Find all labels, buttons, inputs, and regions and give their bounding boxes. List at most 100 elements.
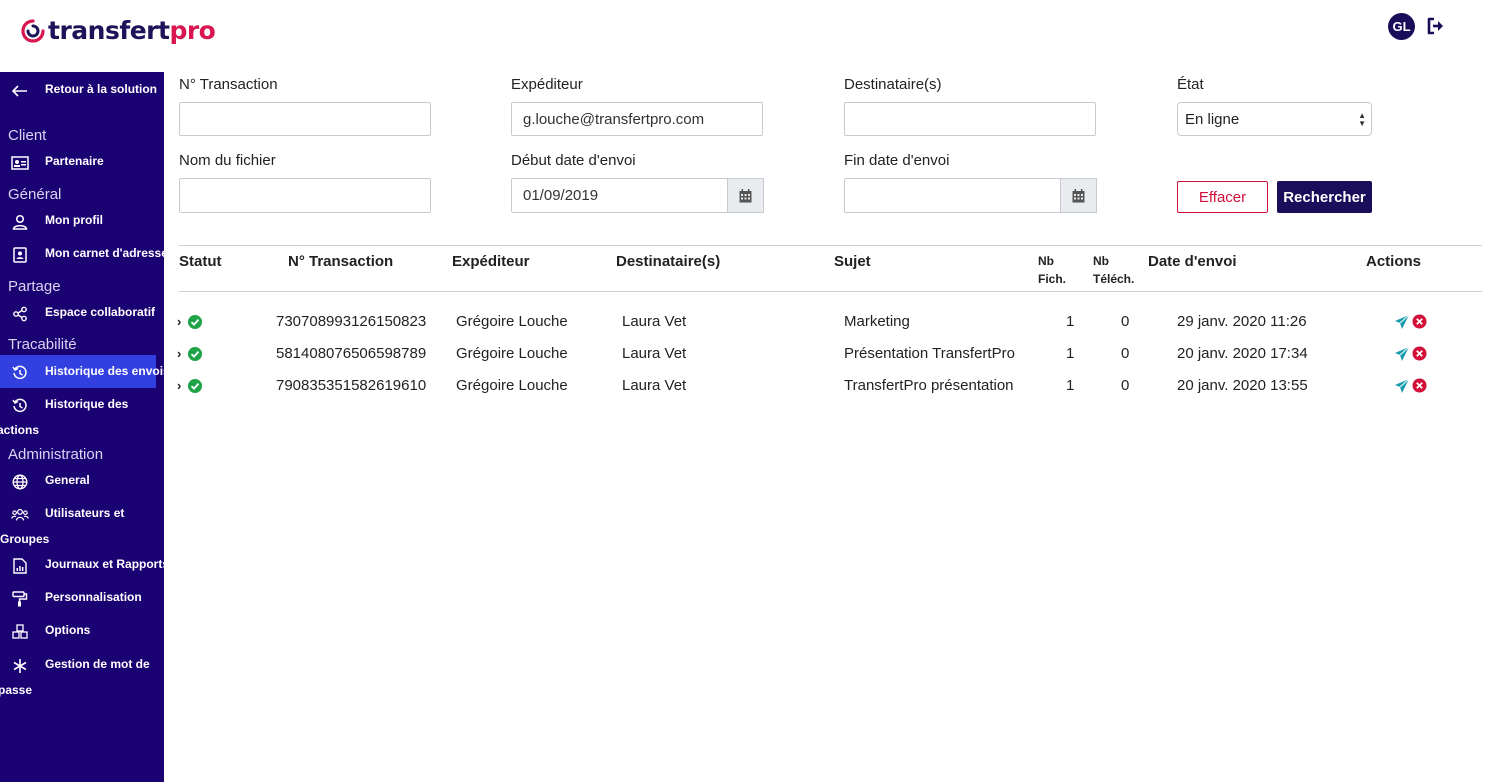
- status-ok-icon: [188, 347, 202, 361]
- calendar-icon[interactable]: [727, 178, 764, 213]
- paint-roller-icon: [11, 590, 29, 608]
- delete-icon[interactable]: [1412, 346, 1428, 362]
- logo-mark-icon: [20, 18, 46, 44]
- sidebar-section-client: Client: [8, 127, 47, 144]
- sidebar-item-label: Groupes: [0, 532, 50, 546]
- id-card-icon: [11, 154, 29, 172]
- sidebar-item-label: Gestion de mot de: [45, 657, 150, 671]
- sidebar-item-label: actions: [0, 423, 40, 437]
- table-header-divider: [179, 291, 1482, 292]
- expand-chevron-icon[interactable]: ›: [177, 346, 181, 361]
- address-book-icon: [11, 246, 29, 264]
- transaction-input[interactable]: [179, 102, 431, 136]
- sidebar-section-administration: Administration: [8, 446, 104, 463]
- history-icon: [11, 397, 29, 415]
- cell-nb-telech: 0: [1121, 377, 1130, 394]
- cell-destinataires: Laura Vet: [622, 313, 687, 330]
- sidebar-item-label: Retour à la solution: [45, 82, 158, 96]
- cell-expediteur: Grégoire Louche: [456, 377, 568, 394]
- sidebar: Retour à la solution Client Partenaire G…: [0, 72, 164, 782]
- sidebar-section-partage: Partage: [8, 278, 61, 295]
- col-header-expediteur[interactable]: Expéditeur: [452, 253, 530, 270]
- cell-expediteur: Grégoire Louche: [456, 345, 568, 362]
- asterisk-icon: [11, 657, 29, 675]
- etat-label: État: [1177, 76, 1204, 93]
- sidebar-item-label: Personnalisation: [45, 590, 142, 604]
- cell-transaction: 581408076506598789: [276, 345, 427, 362]
- cell-nb-telech: 0: [1121, 313, 1130, 330]
- calendar-icon[interactable]: [1060, 178, 1097, 213]
- cell-transaction: 730708993126150823: [276, 313, 427, 330]
- sidebar-item-label: General: [45, 473, 90, 487]
- debut-date-label: Début date d'envoi: [511, 152, 636, 169]
- transaction-label: N° Transaction: [179, 76, 278, 93]
- sign-out-icon[interactable]: [1425, 15, 1447, 37]
- cell-expediteur: Grégoire Louche: [456, 313, 568, 330]
- col-header-destinataires[interactable]: Destinataire(s): [616, 253, 720, 270]
- search-button[interactable]: Rechercher: [1277, 181, 1372, 213]
- expediteur-input[interactable]: g.louche@transfertpro.com: [511, 102, 763, 136]
- fichier-input[interactable]: [179, 178, 431, 213]
- history-icon: [11, 364, 29, 382]
- user-icon: [11, 213, 29, 231]
- fichier-label: Nom du fichier: [179, 152, 276, 169]
- col-header-date[interactable]: Date d'envoi: [1148, 253, 1237, 270]
- fin-date-input[interactable]: [844, 178, 1061, 213]
- select-arrows-icon: ▲ ▼: [1358, 111, 1366, 128]
- col-header-nb-telech-line1: Nb: [1093, 254, 1109, 268]
- top-bar: transfertpro GL: [0, 0, 1492, 72]
- user-avatar[interactable]: GL: [1388, 13, 1415, 40]
- report-icon: [11, 557, 29, 575]
- destinataires-label: Destinataire(s): [844, 76, 942, 93]
- sidebar-item-label: Espace collaboratif: [45, 305, 156, 319]
- transfertpro-logo[interactable]: transfertpro: [20, 16, 216, 45]
- status-ok-icon: [188, 315, 202, 329]
- cell-transaction: 790835351582619610: [276, 377, 427, 394]
- col-header-nb-fich-line2: Fich.: [1038, 272, 1067, 286]
- arrow-left-icon: [11, 82, 29, 100]
- send-icon[interactable]: [1394, 378, 1410, 394]
- col-header-sujet[interactable]: Sujet: [834, 253, 871, 270]
- cell-nb-fich: 1: [1066, 313, 1075, 330]
- cell-sujet: Présentation TransfertPro: [844, 345, 1015, 362]
- col-header-nb-fich-line1: Nb: [1038, 254, 1054, 268]
- cell-destinataires: Laura Vet: [622, 345, 687, 362]
- expand-chevron-icon[interactable]: ›: [177, 378, 181, 393]
- col-header-transaction[interactable]: N° Transaction: [288, 253, 393, 270]
- cell-nb-telech: 0: [1121, 345, 1130, 362]
- table-top-divider: [179, 245, 1482, 246]
- logo-text-transfert: transfert: [48, 16, 170, 45]
- cell-sujet: Marketing: [844, 313, 910, 330]
- col-header-actions: Actions: [1366, 253, 1422, 270]
- col-header-nb-telech-line2: Téléch.: [1093, 272, 1135, 286]
- col-header-statut[interactable]: Statut: [179, 253, 222, 270]
- expediteur-label: Expéditeur: [511, 76, 583, 93]
- cell-sujet: TransfertPro présentation: [844, 377, 1014, 394]
- destinataires-input[interactable]: [844, 102, 1096, 136]
- delete-icon[interactable]: [1412, 378, 1428, 394]
- share-icon: [11, 305, 29, 323]
- col-header-nb-fich[interactable]: Nb Fich.: [1038, 252, 1066, 288]
- etat-selected-value: En ligne: [1185, 110, 1240, 128]
- col-header-nb-telech[interactable]: Nb Téléch.: [1093, 252, 1134, 288]
- expand-chevron-icon[interactable]: ›: [177, 314, 181, 329]
- clear-button[interactable]: Effacer: [1177, 181, 1268, 213]
- status-ok-icon: [188, 379, 202, 393]
- globe-icon: [11, 473, 29, 491]
- send-icon[interactable]: [1394, 314, 1410, 330]
- sidebar-item-label: Mon profil: [45, 213, 103, 227]
- sidebar-item-label: Options: [45, 623, 91, 637]
- delete-icon[interactable]: [1412, 314, 1428, 330]
- sidebar-section-general: Général: [8, 186, 62, 203]
- cell-nb-fich: 1: [1066, 377, 1075, 394]
- sidebar-item-label: Journaux et Rapports: [45, 557, 164, 571]
- sidebar-item-label: Historique des envois: [45, 364, 164, 378]
- debut-date-input[interactable]: 01/09/2019: [511, 178, 728, 213]
- etat-select[interactable]: En ligne ▲ ▼: [1177, 102, 1372, 136]
- send-icon[interactable]: [1394, 346, 1410, 362]
- cell-destinataires: Laura Vet: [622, 377, 687, 394]
- users-icon: [11, 506, 29, 524]
- cubes-icon: [11, 623, 29, 641]
- cell-nb-fich: 1: [1066, 345, 1075, 362]
- fin-date-label: Fin date d'envoi: [844, 152, 950, 169]
